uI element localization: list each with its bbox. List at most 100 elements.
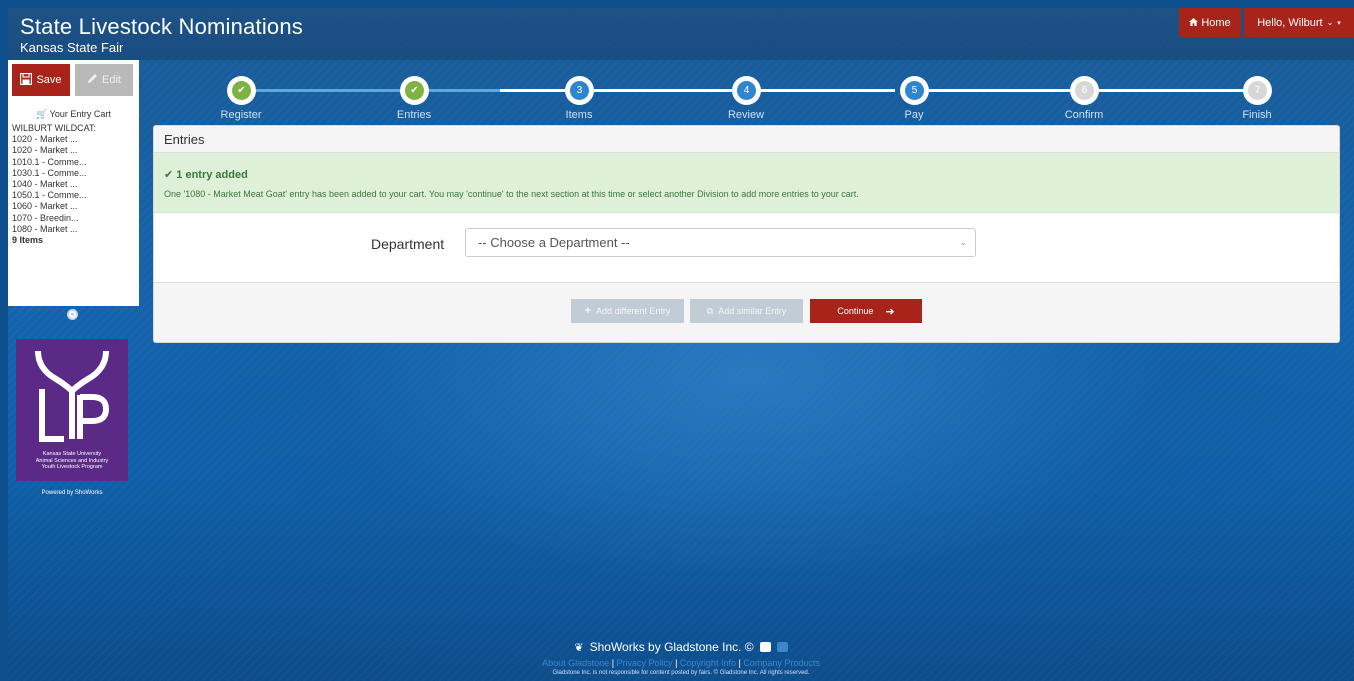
double-chevron-left-icon: « — [70, 311, 75, 318]
progress-line-3 — [500, 89, 570, 92]
footer-brand: ❦ ShoWorks by Gladstone Inc. © — [8, 640, 1354, 654]
step-number: 5 — [905, 81, 924, 100]
logo-caption: Kansas State University Animal Sciences … — [35, 451, 109, 470]
copy-icon: ⧉ — [706, 305, 714, 316]
chevron-down-icon: ⌄ — [1326, 18, 1334, 27]
footer-link-privacy[interactable]: Privacy Policy — [617, 658, 673, 668]
alert-title: ✔ 1 entry added — [164, 168, 1329, 181]
step-review[interactable]: 4 — [732, 76, 761, 105]
list-item[interactable]: 1060 - Market ... — [12, 201, 96, 212]
step-finish[interactable]: 7 — [1243, 76, 1272, 105]
department-select[interactable]: -- Choose a Department -- ⌄ — [465, 228, 976, 257]
list-item[interactable]: 1050.1 - Comme... — [12, 190, 96, 201]
page-footer: ❦ ShoWorks by Gladstone Inc. © About Gla… — [8, 640, 1354, 676]
save-button-label: Save — [36, 74, 62, 86]
list-item[interactable]: 1080 - Market ... — [12, 224, 96, 235]
cart-item-count: 9 Items — [12, 235, 44, 246]
entries-panel: Entries ✔ 1 entry added One '1080 - Mark… — [153, 125, 1340, 343]
step-confirm[interactable]: 6 — [1070, 76, 1099, 105]
step-number: 3 — [570, 81, 589, 100]
step-number: 7 — [1248, 81, 1267, 100]
progress-line-4 — [594, 89, 732, 92]
footer-link-products[interactable]: Company Products — [743, 658, 820, 668]
step-label-confirm: Confirm — [1064, 109, 1104, 121]
user-menu-label: Hello, Wilburt — [1257, 16, 1323, 29]
alert-title-text: 1 entry added — [176, 169, 248, 181]
home-button[interactable]: Home — [1179, 8, 1241, 37]
showorks-logo-icon: ❦ — [574, 641, 584, 654]
shopping-cart-icon: 🛒 — [36, 109, 48, 119]
app-title: State Livestock Nominations — [20, 14, 303, 39]
lyp-logo: Kansas State University Animal Sciences … — [16, 339, 128, 481]
step-number: 6 — [1075, 81, 1094, 100]
footer-legal: Gladstone Inc. is not responsible for co… — [552, 670, 810, 676]
panel-actions: + Add different Entry ⧉ Add similar Entr… — [154, 282, 1339, 342]
edit-button[interactable]: Edit — [75, 64, 133, 96]
save-button[interactable]: Save — [12, 64, 70, 96]
list-item[interactable]: 1010.1 - Comme... — [12, 157, 96, 168]
panel-title: Entries — [154, 126, 1339, 153]
checkmark-icon: ✔ — [164, 169, 174, 181]
step-label-pay: Pay — [904, 109, 924, 121]
twitter-icon[interactable] — [759, 642, 771, 652]
step-label-register: Register — [220, 109, 262, 121]
floppy-disk-icon — [20, 72, 33, 88]
home-button-label: Home — [1201, 16, 1231, 29]
cart-list: WILBURT WILDCAT: 1020 - Market ... 1020 … — [12, 123, 96, 246]
cart-owner: WILBURT WILDCAT: — [12, 123, 97, 133]
entry-cart-sidebar: Save Edit 🛒 Your Entry Cart WILBURT WILD… — [8, 60, 139, 306]
progress-line-2 — [429, 89, 500, 92]
facebook-icon[interactable] — [776, 642, 788, 652]
home-icon — [1189, 17, 1199, 29]
list-item[interactable]: 1040 - Market ... — [12, 179, 96, 190]
plus-icon: + — [584, 305, 592, 317]
cart-heading-label: Your Entry Cart — [49, 109, 111, 119]
step-label-entries: Entries — [396, 109, 432, 121]
step-label-items: Items — [565, 109, 593, 121]
checkmark-icon: ✔ — [405, 81, 424, 100]
step-pay[interactable]: 5 — [900, 76, 929, 105]
department-row: Department -- Choose a Department -- ⌄ — [154, 213, 1339, 283]
pencil-icon — [87, 73, 98, 87]
footer-link-about[interactable]: About Gladstone — [542, 658, 609, 668]
cart-heading: 🛒 Your Entry Cart — [8, 109, 139, 120]
powered-by-label: Powered by ShoWorks — [41, 490, 103, 496]
add-different-entry-label: Add different Entry — [596, 306, 671, 316]
continue-button[interactable]: Continue ➜ — [810, 299, 922, 323]
step-number: 4 — [737, 81, 756, 100]
continue-label: Continue — [837, 306, 874, 316]
top-navbar: State Livestock Nominations Kansas State… — [8, 8, 1354, 60]
footer-brand-text: ShoWorks by Gladstone Inc. © — [589, 640, 754, 654]
edit-button-label: Edit — [102, 74, 121, 86]
step-label-finish: Finish — [1242, 109, 1272, 121]
progress-line-6 — [919, 89, 1070, 92]
lyp-logo-mark — [35, 350, 110, 442]
step-entries[interactable]: ✔ — [400, 76, 429, 105]
caret-down-icon: ▾ — [1337, 19, 1341, 27]
department-select-value: -- Choose a Department -- — [478, 235, 630, 250]
list-item[interactable]: 1030.1 - Comme... — [12, 168, 96, 179]
step-register[interactable]: ✔ — [227, 76, 256, 105]
step-items[interactable]: 3 — [565, 76, 594, 105]
progress-line-7 — [1094, 89, 1243, 92]
success-alert: ✔ 1 entry added One '1080 - Market Meat … — [154, 153, 1339, 213]
step-label-review: Review — [727, 109, 765, 121]
list-item[interactable]: 1020 - Market ... — [12, 145, 96, 156]
alert-message: One '1080 - Market Meat Goat' entry has … — [164, 189, 859, 199]
progress-line-5 — [756, 89, 895, 92]
list-item[interactable]: 1020 - Market ... — [12, 134, 96, 145]
add-similar-entry-label: Add similar Entry — [718, 306, 787, 316]
progress-line-1 — [255, 89, 405, 92]
department-label: Department — [371, 236, 445, 252]
user-menu-button[interactable]: Hello, Wilburt ⌄ ▾ — [1244, 8, 1354, 37]
footer-link-copyright[interactable]: Copyright Info — [680, 658, 736, 668]
list-item[interactable]: 1070 - Breedin... — [12, 213, 96, 224]
chevron-down-icon: ⌄ — [959, 237, 967, 247]
add-similar-entry-button[interactable]: ⧉ Add similar Entry — [690, 299, 803, 323]
footer-links: About Gladstone | Privacy Policy | Copyr… — [542, 658, 820, 668]
app-subtitle: Kansas State Fair — [20, 40, 124, 55]
checkmark-icon: ✔ — [232, 81, 251, 100]
add-different-entry-button[interactable]: + Add different Entry — [571, 299, 684, 323]
arrow-right-icon: ➜ — [885, 305, 895, 318]
collapse-sidebar-toggle[interactable]: « — [67, 309, 78, 320]
